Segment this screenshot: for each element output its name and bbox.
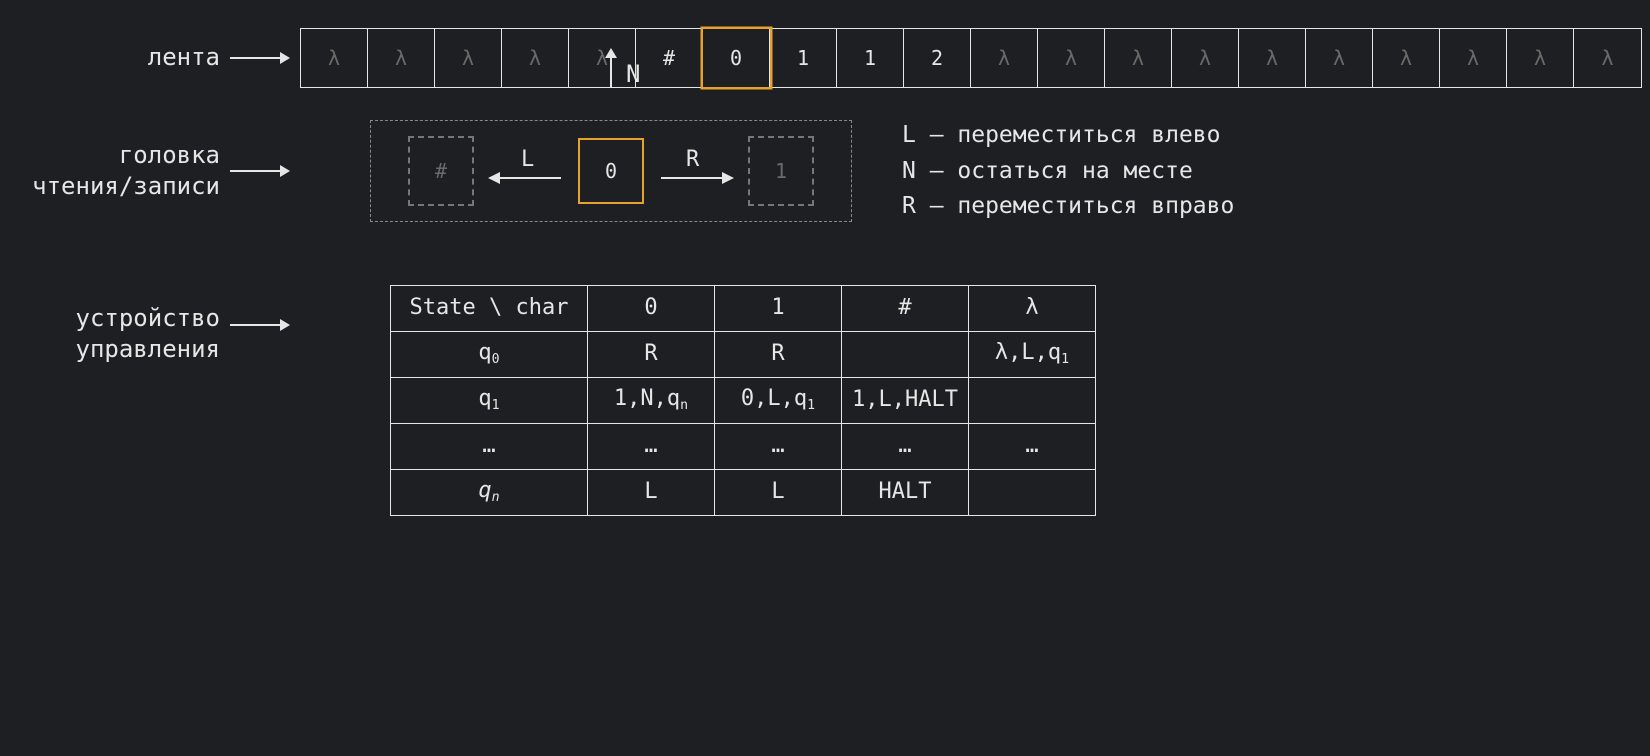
transition-cell: L: [715, 469, 842, 515]
tape-cell: λ: [502, 29, 569, 87]
table-row: ……………: [391, 423, 1096, 469]
transition-cell: [969, 377, 1096, 423]
head-arrow: [220, 161, 300, 181]
transition-cell: λ,L,q1: [969, 331, 1096, 377]
tape-cell: λ: [1172, 29, 1239, 87]
direction-legend: L – переместиться влево N – остаться на …: [902, 118, 1234, 225]
control-label-line1: устройство: [30, 303, 220, 334]
state-cell: …: [391, 423, 588, 469]
table-header-cell: 0: [588, 285, 715, 331]
table-header-cell: λ: [969, 285, 1096, 331]
transition-table: State \ char01#λq0RRλ,L,q1q11,N,qn0,L,q1…: [390, 285, 1096, 516]
transition-cell: …: [842, 423, 969, 469]
tape-cell: λ: [1574, 29, 1641, 87]
transition-cell: 1,L,HALT: [842, 377, 969, 423]
transition-cell: 1,N,qn: [588, 377, 715, 423]
transition-cell: HALT: [842, 469, 969, 515]
n-indicator: N: [601, 48, 621, 88]
transition-cell: L: [588, 469, 715, 515]
head-row: головка чтения/записи N # L 0 R 1 L – пе…: [30, 118, 1650, 225]
tape-arrow: [220, 48, 300, 68]
left-arrow-icon: L: [486, 156, 566, 186]
transition-cell: 0,L,q1: [715, 377, 842, 423]
tape-label: лента: [30, 42, 220, 73]
table-row: qnLLHALT: [391, 469, 1096, 515]
tape-cell: λ: [368, 29, 435, 87]
legend-l: L – переместиться влево: [902, 118, 1234, 154]
tape-row: лента λλλλλ#0112λλλλλλλλλλ: [30, 28, 1650, 88]
table-row: q11,N,qn0,L,q11,L,HALT: [391, 377, 1096, 423]
transition-cell: …: [969, 423, 1096, 469]
control-arrow: [220, 285, 300, 335]
transition-cell: [842, 331, 969, 377]
state-cell: q1: [391, 377, 588, 423]
tape-cell: #: [636, 29, 703, 87]
transition-cell: [969, 469, 1096, 515]
table-header-cell: State \ char: [391, 285, 588, 331]
head-label-line2: чтения/записи: [30, 171, 220, 202]
transition-cell: …: [715, 423, 842, 469]
n-label: N: [626, 60, 640, 88]
state-cell: q0: [391, 331, 588, 377]
r-char: R: [686, 147, 700, 172]
tape-cell: λ: [301, 29, 368, 87]
head-label-line1: головка: [30, 140, 220, 171]
right-arrow-icon: R: [656, 156, 736, 186]
tape-cell: λ: [1239, 29, 1306, 87]
tape-cell: λ: [1306, 29, 1373, 87]
table-header-cell: 1: [715, 285, 842, 331]
tape-cell: λ: [1038, 29, 1105, 87]
head-label: головка чтения/записи: [30, 140, 220, 202]
tape-cell: 0: [703, 29, 770, 87]
legend-r: R – переместиться вправо: [902, 189, 1234, 225]
table-row: q0RRλ,L,q1: [391, 331, 1096, 377]
control-row: устройство управления State \ char01#λq0…: [30, 285, 1650, 516]
tape-cell: λ: [971, 29, 1038, 87]
control-label: устройство управления: [30, 285, 220, 365]
tape-cell: λ: [1440, 29, 1507, 87]
l-char: L: [521, 147, 534, 172]
head-current-cell: 0: [578, 138, 644, 204]
tape-cell: 2: [904, 29, 971, 87]
tape-cell: λ: [435, 29, 502, 87]
table-header-cell: #: [842, 285, 969, 331]
tape-cell: λ: [1373, 29, 1440, 87]
tape: λλλλλ#0112λλλλλλλλλλ: [300, 28, 1642, 88]
state-cell: qn: [391, 469, 588, 515]
tape-cell: 1: [770, 29, 837, 87]
legend-n: N – остаться на месте: [902, 154, 1234, 190]
head-ghost-right: 1: [748, 136, 814, 206]
tape-cell: λ: [1507, 29, 1574, 87]
control-label-line2: управления: [30, 334, 220, 365]
tape-cell: λ: [1105, 29, 1172, 87]
transition-cell: …: [588, 423, 715, 469]
transition-cell: R: [715, 331, 842, 377]
tape-cell: 1: [837, 29, 904, 87]
head-host: N # L 0 R 1: [370, 120, 852, 222]
head-ghost-left: #: [408, 136, 474, 206]
head-box: # L 0 R 1: [370, 120, 852, 222]
transition-cell: R: [588, 331, 715, 377]
